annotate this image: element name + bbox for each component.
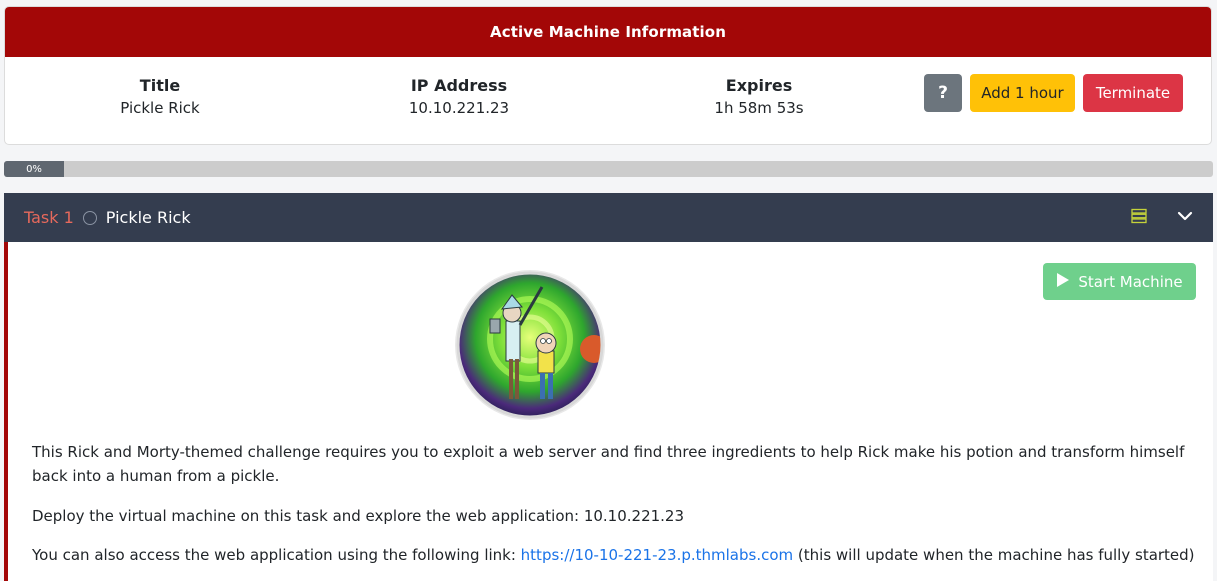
machine-title-value: Pickle Rick <box>120 99 200 117</box>
task-link-prefix: You can also access the web application … <box>32 546 521 564</box>
room-progress-fill: 0% <box>4 161 64 177</box>
start-machine-button[interactable]: Start Machine <box>1043 263 1196 300</box>
machine-expires-column: Expires 1h 58m 53s <box>649 76 869 117</box>
machine-ip-column: IP Address 10.10.221.23 <box>349 76 569 117</box>
machine-expires-value: 1h 58m 53s <box>714 99 804 117</box>
list-icon[interactable] <box>1131 208 1147 228</box>
task-title: Pickle Rick <box>105 208 191 227</box>
machine-title-column: Title Pickle Rick <box>50 76 270 117</box>
task-deploy-paragraph: Deploy the virtual machine on this task … <box>32 507 685 525</box>
task-header[interactable]: Task 1 Pickle Rick <box>4 193 1213 242</box>
help-button[interactable]: ? <box>924 74 962 112</box>
room-image <box>454 269 606 421</box>
play-icon <box>1056 272 1070 292</box>
terminate-button[interactable]: Terminate <box>1083 74 1183 112</box>
chevron-down-icon[interactable] <box>1177 208 1193 228</box>
machine-ip-value: 10.10.221.23 <box>408 99 510 117</box>
task-link-paragraph: You can also access the web application … <box>32 543 1207 567</box>
circle-icon <box>82 210 97 225</box>
task-link-suffix: (this will update when the machine has f… <box>793 546 1195 564</box>
task-number: Task 1 <box>24 208 74 227</box>
add-hour-button[interactable]: Add 1 hour <box>970 74 1075 112</box>
active-machine-header: Active Machine Information <box>5 7 1211 57</box>
machine-expires-label: Expires <box>725 76 793 95</box>
web-application-link[interactable]: https://10-10-221-23.p.thmlabs.com <box>521 546 793 564</box>
room-progress-bar: 0% <box>4 161 1213 177</box>
task-body: Start Machine This Rick and Morty-themed… <box>4 242 1213 581</box>
task-description-paragraph: This Rick and Morty-themed challenge req… <box>32 443 1185 485</box>
machine-ip-label: IP Address <box>410 76 508 95</box>
machine-title-label: Title <box>139 76 181 95</box>
start-machine-label: Start Machine <box>1078 272 1183 291</box>
